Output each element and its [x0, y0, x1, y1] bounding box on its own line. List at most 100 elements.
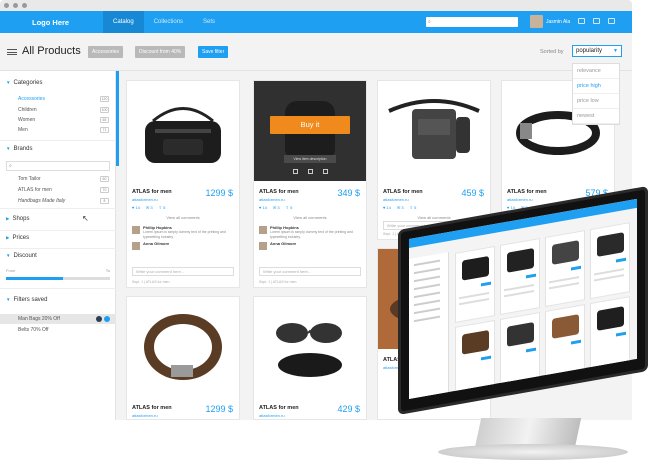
share-icon[interactable]: ⇪ 5: [159, 205, 166, 210]
product-site-link[interactable]: atlasformen.ru: [259, 197, 285, 202]
like-icon[interactable]: ♥ 14: [132, 205, 140, 210]
sort-option-price-high[interactable]: price high: [573, 79, 619, 94]
view-all-comments[interactable]: View all comments: [254, 215, 366, 220]
product-image[interactable]: [127, 297, 239, 397]
like-icon[interactable]: ♥ 14: [383, 205, 391, 210]
filter-sidebar: [0, 71, 116, 420]
section-prices[interactable]: ▶ Prices: [6, 235, 29, 241]
filter-chip-discount[interactable]: Discount from 40%: [135, 46, 186, 58]
brand-atlas[interactable]: ATLAS for men: [18, 187, 52, 193]
comment-author[interactable]: Anna Gilmore: [270, 241, 296, 246]
comment: Anna Gilmore: [132, 241, 234, 253]
notifications-icon[interactable]: [578, 18, 585, 24]
avatar[interactable]: [530, 15, 543, 28]
product-site-link[interactable]: atlasformen.ru: [132, 197, 158, 202]
section-title: Filters saved: [13, 297, 48, 303]
divider: [0, 230, 116, 231]
cart-icon[interactable]: [608, 18, 615, 24]
avatar: [259, 226, 267, 234]
search-input[interactable]: ⌕: [426, 17, 518, 27]
product-image[interactable]: [378, 81, 490, 181]
delete-icon[interactable]: [104, 316, 110, 322]
product-site-link[interactable]: atlasformen.ru: [132, 413, 158, 418]
product-image[interactable]: [127, 81, 239, 181]
share-icon[interactable]: [322, 169, 328, 174]
product-site-link[interactable]: atlasformen.ru: [259, 413, 285, 418]
sort-option-relevance[interactable]: relevance: [573, 64, 619, 79]
like-icon[interactable]: [292, 169, 298, 174]
logo[interactable]: Logo Here: [0, 18, 103, 27]
section-title: Prices: [12, 235, 30, 241]
comment-author[interactable]: Anna Gilmore: [143, 241, 169, 246]
product-site-link[interactable]: atlasformen.ru: [383, 197, 409, 202]
category-children[interactable]: Children: [18, 107, 37, 113]
section-brands[interactable]: ▼ Brands: [6, 146, 32, 152]
comment-input[interactable]: Write your comment here...: [259, 267, 361, 276]
section-shops[interactable]: ▶ Shops: [6, 216, 29, 222]
search-icon: ⌕: [9, 163, 12, 169]
product-card[interactable]: ATLAS for men atlasformen.ru 1299 $: [126, 296, 240, 420]
product-brand[interactable]: ATLAS for men: [132, 405, 172, 411]
brand-tom-tailor[interactable]: Tom Tailor: [18, 176, 41, 182]
product-brand[interactable]: ATLAS for men: [259, 405, 299, 411]
view-all-comments[interactable]: View all comments: [127, 215, 239, 220]
buy-it-button[interactable]: Buy it: [270, 116, 350, 134]
share-icon[interactable]: ⇪ 5: [410, 205, 417, 210]
user-menu[interactable]: Jasmin Ala: [530, 15, 570, 28]
view-description-button[interactable]: View item description: [284, 155, 336, 163]
section-categories[interactable]: ▼ Categories: [6, 80, 42, 86]
share-icon[interactable]: ⇪ 5: [286, 205, 293, 210]
product-card[interactable]: ATLAS for men atlasformen.ru 429 $: [253, 296, 367, 420]
caret-right-icon: ▶: [6, 216, 10, 221]
category-women[interactable]: Women: [18, 117, 35, 123]
app-header: Logo Here Catalog Collections Sets ⌕ Jas…: [0, 11, 632, 33]
product-card[interactable]: Buy it View item description ATLAS for m…: [253, 80, 367, 288]
category-men[interactable]: Men: [18, 127, 28, 133]
comment-icon[interactable]: ✉ 3: [273, 205, 280, 210]
window-dot-icon[interactable]: [4, 3, 9, 8]
product-site-link[interactable]: atlasformen.ru: [507, 197, 533, 202]
messages-icon[interactable]: [593, 18, 600, 24]
save-filter-button[interactable]: Save filter: [198, 46, 229, 58]
window-dot-icon[interactable]: [22, 3, 27, 8]
caret-down-icon: ▼: [6, 80, 11, 85]
section-discount[interactable]: ▼ Discount: [6, 253, 37, 259]
comment-icon[interactable]: ✉ 3: [146, 205, 153, 210]
section-title: Shops: [12, 216, 30, 222]
product-brand[interactable]: ATLAS for men: [507, 189, 547, 195]
hover-overlay: Buy it View item description: [254, 81, 366, 181]
sort-option-newest[interactable]: newest: [573, 109, 619, 124]
camera-icon[interactable]: [307, 169, 313, 174]
edit-icon[interactable]: [96, 316, 102, 322]
search-icon: ⌕: [428, 19, 431, 25]
nav-collections[interactable]: Collections: [144, 11, 193, 33]
filter-chip-accessories[interactable]: Accessories: [88, 46, 123, 58]
product-card[interactable]: ATLAS for men atlasformen.ru 1299 $ ♥ 14…: [126, 80, 240, 288]
comment-icon[interactable]: ✉ 3: [397, 205, 404, 210]
product-brand[interactable]: ATLAS for men: [132, 189, 172, 195]
saved-filter-label: Man Bags 20% Off: [18, 316, 60, 322]
category-accessories[interactable]: Accessories: [18, 96, 45, 102]
sidebar-scrollbar[interactable]: [116, 71, 119, 166]
product-brand[interactable]: ATLAS for men: [383, 189, 423, 195]
brand-handbags[interactable]: Handbags Made Italy: [18, 198, 65, 204]
product-brand[interactable]: ATLAS for men: [259, 189, 299, 195]
divider: [0, 208, 116, 209]
saved-filter-item[interactable]: Belts 70% Off: [0, 325, 116, 335]
like-icon[interactable]: ♥ 14: [259, 205, 267, 210]
bag-image: [145, 107, 221, 163]
sort-select[interactable]: popularity ▼: [572, 45, 622, 57]
waist-bag-image: [388, 99, 480, 159]
product-image[interactable]: [254, 297, 366, 397]
product-price: 1299 $: [205, 188, 233, 198]
comment-input[interactable]: Write your comment here...: [132, 267, 234, 276]
saved-filter-item[interactable]: Man Bags 20% Off: [0, 314, 116, 324]
nav-sets[interactable]: Sets: [193, 11, 225, 33]
brand-search-input[interactable]: ⌕: [6, 161, 110, 171]
sort-option-price-low[interactable]: price low: [573, 94, 619, 109]
window-dot-icon[interactable]: [13, 3, 18, 8]
discount-slider[interactable]: [6, 277, 110, 280]
hamburger-icon[interactable]: [7, 49, 17, 55]
nav-catalog[interactable]: Catalog: [103, 11, 144, 33]
section-filters-saved[interactable]: ▼ Filters saved: [6, 297, 47, 303]
